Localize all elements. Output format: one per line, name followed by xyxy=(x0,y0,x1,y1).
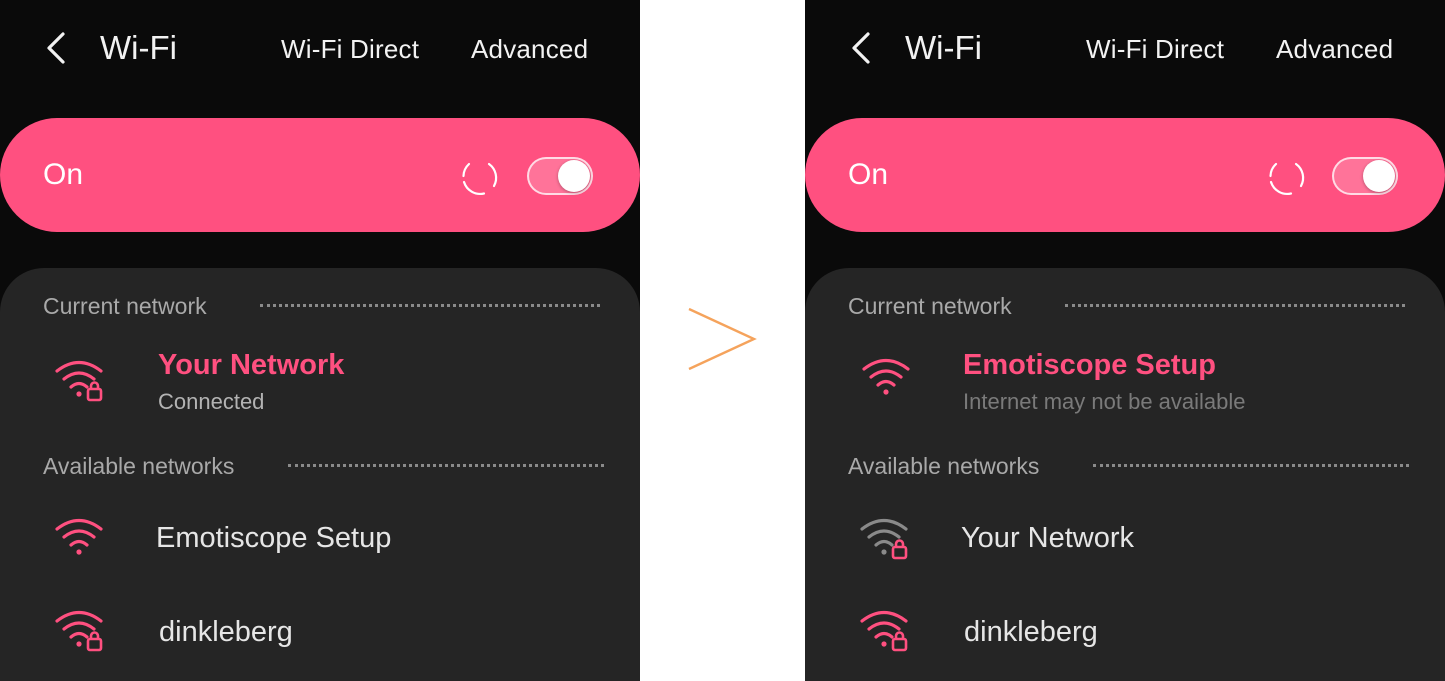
toggle-state-label: On xyxy=(43,158,84,191)
network-row[interactable]: Your Network xyxy=(805,508,1445,568)
current-network-row[interactable]: Emotiscope Setup Internet may not be ava… xyxy=(805,338,1445,418)
current-network-status: Connected xyxy=(158,389,265,414)
wifi-direct-link[interactable]: Wi-Fi Direct xyxy=(281,32,419,66)
back-button[interactable] xyxy=(843,28,879,68)
network-name: dinkleberg xyxy=(964,616,1098,648)
network-name: dinkleberg xyxy=(159,616,293,648)
available-networks-header: Available networks xyxy=(848,453,1040,479)
page-title: Wi-Fi xyxy=(905,29,982,66)
wifi-settings-before: Wi-Fi Wi-Fi Direct Advanced On Current n… xyxy=(0,0,640,681)
wifi-settings-after: Wi-Fi Wi-Fi Direct Advanced On Current n… xyxy=(805,0,1445,681)
network-row[interactable]: dinkleberg xyxy=(0,602,640,662)
wifi-toggle-switch[interactable] xyxy=(527,157,593,195)
advanced-link[interactable]: Advanced xyxy=(471,32,588,66)
available-networks-header: Available networks xyxy=(43,453,235,479)
current-network-header: Current network xyxy=(848,293,1012,319)
network-name: Emotiscope Setup xyxy=(156,522,392,554)
wifi-locked-icon xyxy=(55,610,103,652)
section-divider xyxy=(1093,464,1409,467)
wifi-toggle-switch[interactable] xyxy=(1332,157,1398,195)
wifi-locked-icon xyxy=(55,360,103,402)
wifi-direct-link[interactable]: Wi-Fi Direct xyxy=(1086,32,1224,66)
chevron-left-icon xyxy=(852,32,870,64)
current-network-row[interactable]: Your Network Connected xyxy=(0,338,640,418)
current-network-status: Internet may not be available xyxy=(963,389,1246,414)
toggle-knob xyxy=(1363,160,1395,192)
current-network-name: Your Network xyxy=(158,349,345,381)
network-row[interactable]: Emotiscope Setup xyxy=(0,508,640,568)
networks-card: Current network Emotiscope Setup Interne… xyxy=(805,268,1445,681)
scanning-spinner-icon xyxy=(462,162,498,196)
advanced-link[interactable]: Advanced xyxy=(1276,32,1393,66)
app-header: Wi-Fi Wi-Fi Direct Advanced xyxy=(0,0,640,96)
networks-card: Current network Your Network Connected A… xyxy=(0,268,640,681)
section-divider xyxy=(288,464,604,467)
page-title: Wi-Fi xyxy=(100,29,177,66)
network-name: Your Network xyxy=(961,522,1135,554)
toggle-knob xyxy=(558,160,590,192)
current-network-name: Emotiscope Setup xyxy=(963,349,1216,381)
chevron-right-icon xyxy=(688,307,757,371)
scanning-spinner-icon xyxy=(1269,162,1305,196)
chevron-left-icon xyxy=(47,32,65,64)
back-button[interactable] xyxy=(38,28,74,68)
toggle-state-label: On xyxy=(848,158,889,191)
section-divider xyxy=(1065,304,1405,307)
wifi-locked-icon xyxy=(860,610,908,652)
network-row[interactable]: dinkleberg xyxy=(805,602,1445,662)
app-header: Wi-Fi Wi-Fi Direct Advanced xyxy=(805,0,1445,96)
current-network-header: Current network xyxy=(43,293,207,319)
wifi-locked-icon xyxy=(860,518,908,560)
wifi-open-icon xyxy=(55,518,103,555)
section-divider xyxy=(260,304,600,307)
wifi-open-icon xyxy=(862,358,910,395)
